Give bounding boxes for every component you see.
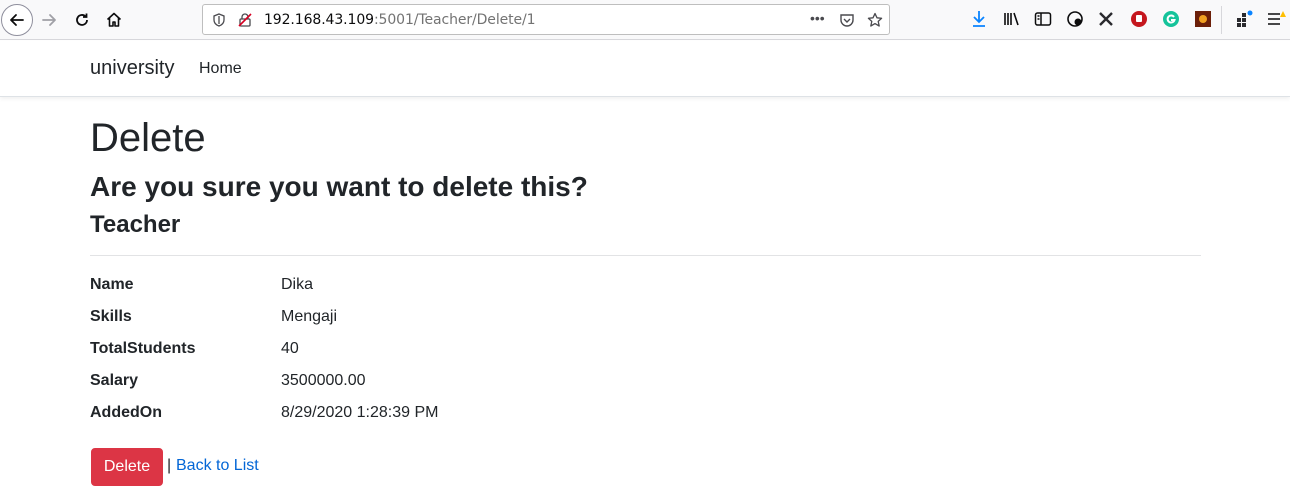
- site-navbar: university Home: [0, 41, 1290, 97]
- detail-label: AddedOn: [90, 404, 162, 421]
- url-path: :5001/Teacher/Delete/1: [373, 12, 536, 28]
- browser-toolbar: 192.168.43.109:5001/Teacher/Delete/1 •••: [0, 0, 1290, 40]
- back-button[interactable]: [1, 4, 33, 36]
- page-actions-button[interactable]: •••: [810, 10, 825, 26]
- x-icon[interactable]: [1096, 9, 1116, 29]
- detail-value: 3500000.00: [281, 372, 366, 389]
- url-host: 192.168.43.109: [264, 12, 374, 28]
- detail-value: 8/29/2020 1:28:39 PM: [281, 404, 439, 421]
- addon-icon[interactable]: [1193, 9, 1213, 29]
- brand-link[interactable]: university: [90, 57, 174, 80]
- reload-icon: [76, 13, 88, 26]
- forward-button[interactable]: [33, 4, 65, 36]
- link-separator: |: [167, 457, 172, 474]
- star-icon[interactable]: [867, 12, 883, 28]
- page-title: Delete: [90, 116, 206, 160]
- back-to-list-link[interactable]: Back to List: [176, 457, 259, 475]
- detail-label: Name: [90, 276, 134, 293]
- detail-label: Salary: [90, 372, 139, 389]
- library-icon[interactable]: [1002, 9, 1022, 29]
- menu-icon[interactable]: [1266, 9, 1286, 29]
- extension-icon[interactable]: [1065, 9, 1085, 29]
- toolbar-separator: [1221, 6, 1222, 34]
- home-icon: [106, 12, 122, 27]
- divider: [90, 255, 1201, 256]
- sidebar-icon[interactable]: [1033, 9, 1053, 29]
- entity-heading: Teacher: [90, 211, 181, 238]
- apps-icon[interactable]: [1234, 9, 1254, 29]
- download-icon[interactable]: [969, 9, 989, 29]
- nav-home-link[interactable]: Home: [199, 60, 242, 78]
- forward-icon: [42, 14, 56, 26]
- back-icon: [10, 14, 24, 26]
- detail-label: TotalStudents: [90, 340, 196, 357]
- confirm-question: Are you sure you want to delete this?: [90, 171, 588, 202]
- detail-value: Dika: [281, 276, 314, 293]
- detail-label: Skills: [90, 308, 132, 325]
- grammarly-icon[interactable]: [1161, 9, 1181, 29]
- ublock-icon[interactable]: [1129, 9, 1149, 29]
- detail-value: 40: [281, 340, 299, 357]
- shield-icon[interactable]: [211, 12, 227, 28]
- detail-value: Mengaji: [281, 308, 338, 325]
- reload-button[interactable]: [66, 4, 98, 36]
- url-text[interactable]: 192.168.43.109:5001/Teacher/Delete/1: [264, 12, 536, 28]
- delete-button[interactable]: Delete: [91, 448, 163, 486]
- pocket-icon[interactable]: [839, 12, 855, 28]
- insecure-lock-icon[interactable]: [237, 12, 253, 28]
- url-bar[interactable]: 192.168.43.109:5001/Teacher/Delete/1 •••: [202, 4, 890, 35]
- home-button[interactable]: [98, 4, 130, 36]
